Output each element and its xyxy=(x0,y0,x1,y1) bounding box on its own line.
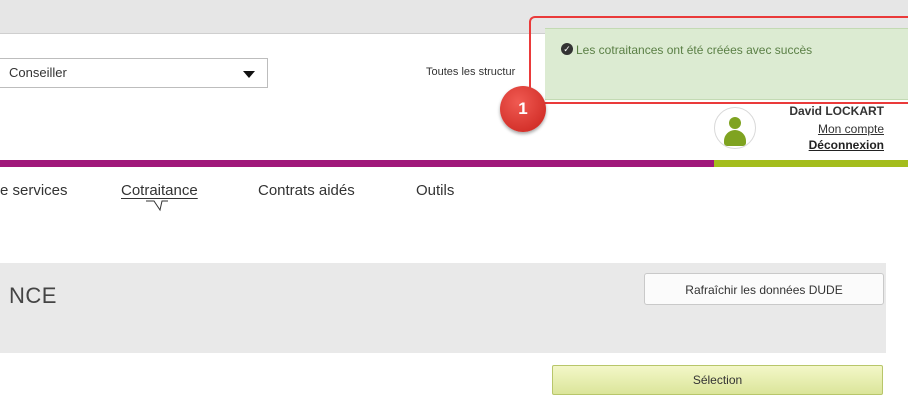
nav-item-cotraitance[interactable]: Cotraitance xyxy=(121,182,198,199)
page-title: NCE xyxy=(9,283,57,308)
selection-button[interactable]: Sélection xyxy=(552,365,883,395)
my-account-link[interactable]: Mon compte xyxy=(818,122,884,136)
structures-selector-label[interactable]: Toutes les structur xyxy=(426,66,515,78)
avatar-body xyxy=(724,130,746,146)
role-select-value: Conseiller xyxy=(9,65,67,80)
chevron-down-icon[interactable] xyxy=(243,71,255,78)
annotation-callout-badge: 1 xyxy=(500,86,546,132)
active-tab-pointer-icon xyxy=(146,200,168,212)
user-accent-bar xyxy=(714,160,908,167)
nav-item-contrats-aides[interactable]: Contrats aidés xyxy=(258,182,355,199)
logout-link[interactable]: Déconnexion xyxy=(809,138,884,152)
nav-item-services[interactable]: e services xyxy=(0,182,68,199)
nav-accent-bar xyxy=(0,160,714,167)
refresh-dude-button[interactable]: Rafraîchir les données DUDE xyxy=(644,273,884,305)
user-name: David LOCKART xyxy=(789,104,884,118)
user-avatar-icon xyxy=(714,107,756,149)
avatar-head xyxy=(729,117,741,129)
nav-item-outils[interactable]: Outils xyxy=(416,182,454,199)
role-select[interactable]: Conseiller xyxy=(0,58,268,88)
annotation-highlight-box xyxy=(529,16,908,104)
